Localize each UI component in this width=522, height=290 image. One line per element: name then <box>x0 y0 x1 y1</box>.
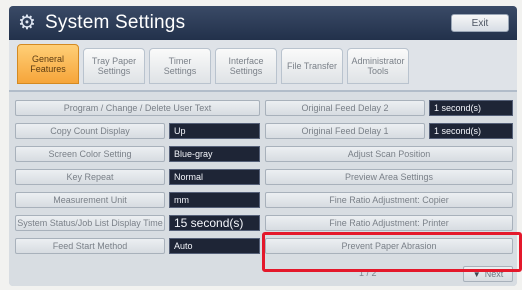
key-repeat-value: Normal <box>169 169 260 185</box>
next-page-button[interactable]: ▼ Next <box>463 266 513 282</box>
gear-icon: ⚙ <box>18 12 36 34</box>
prevent-paper-abrasion-button[interactable]: Prevent Paper Abrasion <box>265 238 513 254</box>
tab-administrator-tools[interactable]: Administrator Tools <box>347 48 409 84</box>
measurement-unit-button[interactable]: Measurement Unit <box>15 192 165 208</box>
program-change-delete-user-text-button[interactable]: Program / Change / Delete User Text <box>15 100 260 116</box>
original-feed-delay-2-value: 1 second(s) <box>429 100 513 116</box>
key-repeat-button[interactable]: Key Repeat <box>15 169 165 185</box>
preview-area-settings-button[interactable]: Preview Area Settings <box>265 169 513 185</box>
original-feed-delay-1-value: 1 second(s) <box>429 123 513 139</box>
adjust-scan-position-button[interactable]: Adjust Scan Position <box>265 146 513 162</box>
title-bar: ⚙ System Settings Exit <box>9 6 517 40</box>
tab-interface-settings[interactable]: Interface Settings <box>215 48 277 84</box>
job-list-display-time-button[interactable]: System Status/Job List Display Time <box>15 215 165 231</box>
screen-color-setting-button[interactable]: Screen Color Setting <box>15 146 165 162</box>
feed-start-method-value: Auto <box>169 238 260 254</box>
system-settings-screen: ⚙ System Settings Exit General Features … <box>9 6 517 286</box>
tab-bar: General Features Tray Paper Settings Tim… <box>9 40 517 90</box>
fine-ratio-printer-button[interactable]: Fine Ratio Adjustment: Printer <box>265 215 513 231</box>
job-list-display-time-value: 15 second(s) <box>169 215 260 231</box>
copy-count-display-button[interactable]: Copy Count Display <box>15 123 165 139</box>
settings-content: Program / Change / Delete User Text Copy… <box>9 90 517 286</box>
fine-ratio-copier-button[interactable]: Fine Ratio Adjustment: Copier <box>265 192 513 208</box>
screen-color-setting-value: Blue-gray <box>169 146 260 162</box>
chevron-down-icon: ▼ <box>472 269 481 279</box>
exit-button[interactable]: Exit <box>451 14 509 32</box>
tab-timer-settings[interactable]: Timer Settings <box>149 48 211 84</box>
window-title: System Settings <box>45 12 186 33</box>
next-page-label: Next <box>484 269 504 279</box>
measurement-unit-value: mm <box>169 192 260 208</box>
page-indicator: 1 / 2 <box>359 268 377 278</box>
original-feed-delay-1-button[interactable]: Original Feed Delay 1 <box>265 123 425 139</box>
tab-general-features[interactable]: General Features <box>17 44 79 84</box>
tab-tray-paper-settings[interactable]: Tray Paper Settings <box>83 48 145 84</box>
original-feed-delay-2-button[interactable]: Original Feed Delay 2 <box>265 100 425 116</box>
feed-start-method-button[interactable]: Feed Start Method <box>15 238 165 254</box>
copy-count-display-value: Up <box>169 123 260 139</box>
tab-file-transfer[interactable]: File Transfer <box>281 48 343 84</box>
